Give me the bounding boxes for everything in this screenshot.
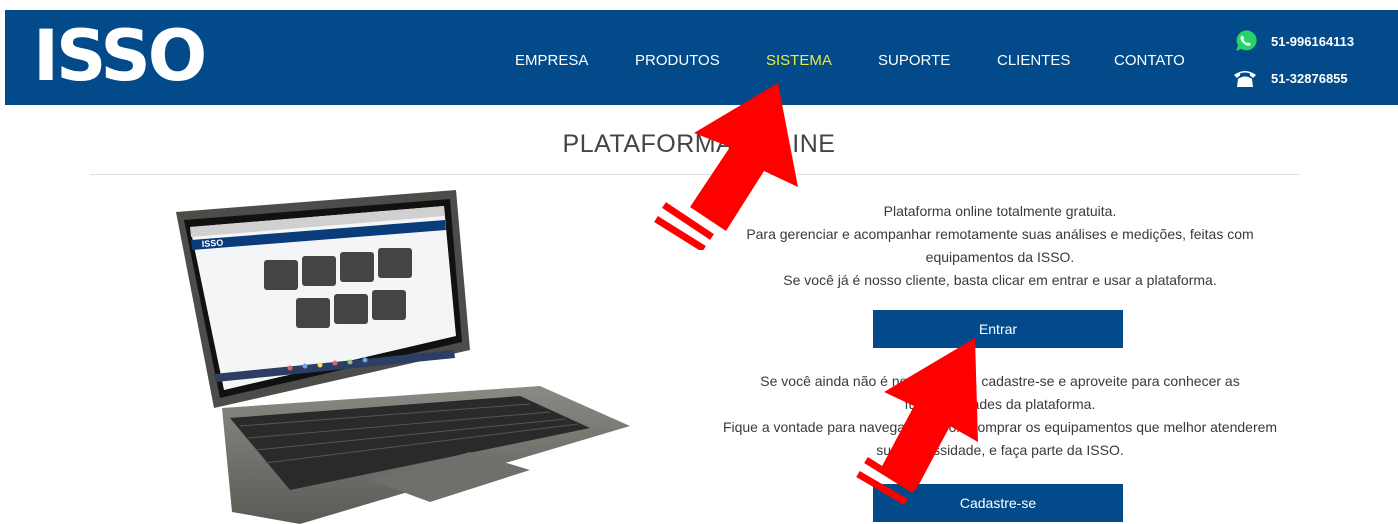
- isso-logo[interactable]: ISSO: [33, 18, 207, 94]
- nav-produtos[interactable]: PRODUTOS: [635, 52, 720, 69]
- nav-sistema[interactable]: SISTEMA: [766, 52, 832, 69]
- whatsapp-icon: [1236, 30, 1257, 51]
- phone-icon: [1234, 71, 1256, 87]
- whatsapp-contact[interactable]: 51-996164113: [1232, 28, 1354, 54]
- signup-text: Se você ainda não é nosso cliente, cadas…: [722, 373, 1278, 458]
- phone-number: 51-32876855: [1271, 70, 1348, 86]
- annotation-arrow-nav: [654, 83, 798, 250]
- laptop-image: ISSO: [176, 190, 630, 524]
- nav-empresa[interactable]: EMPRESA: [515, 52, 588, 69]
- nav-suporte[interactable]: SUPORTE: [878, 52, 950, 69]
- nav-clientes[interactable]: CLIENTES: [997, 52, 1070, 69]
- phone-contact[interactable]: 51-32876855: [1232, 65, 1348, 91]
- annotation-arrow-login: [856, 338, 978, 505]
- nav-contato[interactable]: CONTATO: [1114, 52, 1185, 69]
- laptop-screen-logo: ISSO: [201, 238, 223, 249]
- whatsapp-number: 51-996164113: [1271, 33, 1355, 49]
